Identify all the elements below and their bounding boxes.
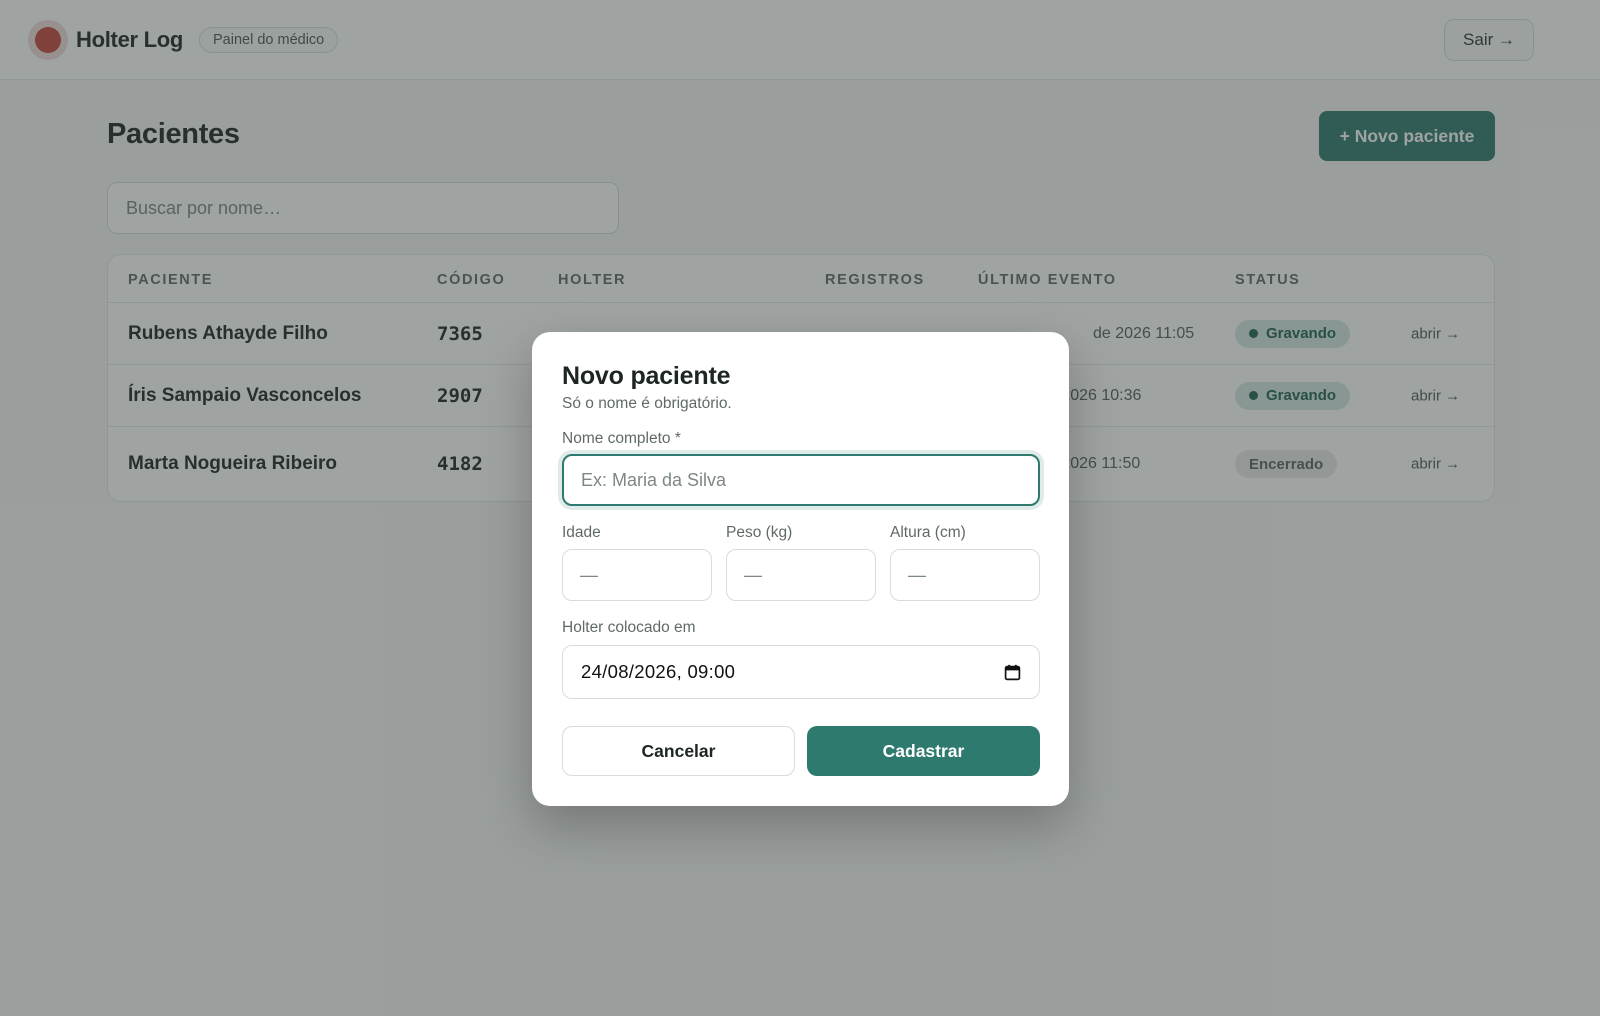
weight-label: Peso (kg) [726,524,793,541]
cancel-button[interactable]: Cancelar [562,726,795,776]
new-patient-dialog: Novo paciente Só o nome é obrigatório. N… [532,332,1069,806]
dialog-title: Novo paciente [562,362,731,390]
holter-datetime-value: 24/08/2026, 09:00 [581,661,736,682]
dialog-subtitle: Só o nome é obrigatório. [562,395,732,412]
submit-button[interactable]: Cadastrar [807,726,1040,776]
calendar-icon[interactable] [1004,664,1021,681]
holter-datetime-input[interactable]: 24/08/2026, 09:00 [562,645,1040,699]
name-label: Nome completo * [562,430,681,447]
age-input[interactable] [562,549,712,601]
weight-input[interactable] [726,549,876,601]
height-input[interactable] [890,549,1040,601]
age-label: Idade [562,524,601,541]
name-input[interactable] [562,454,1040,506]
holter-label: Holter colocado em [562,619,696,636]
height-label: Altura (cm) [890,524,966,541]
